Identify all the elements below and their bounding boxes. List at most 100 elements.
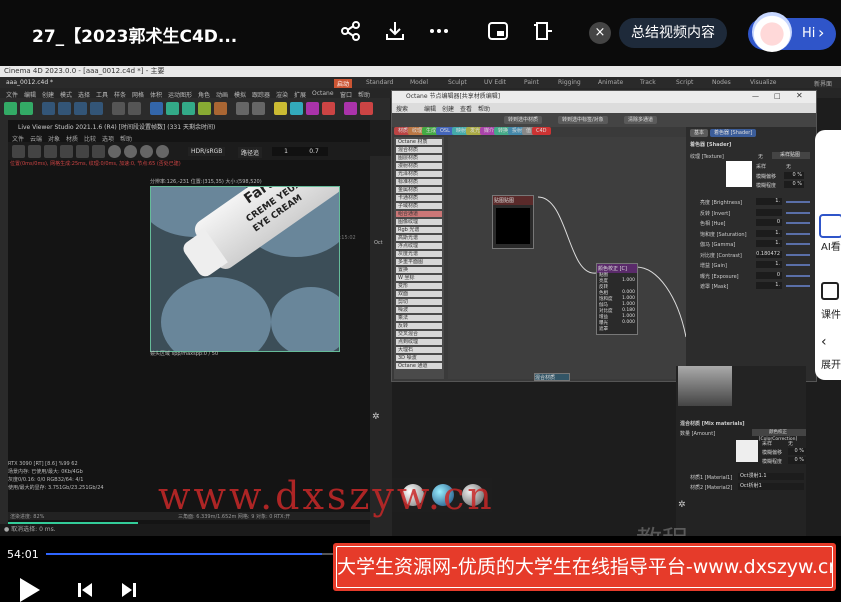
mix-blur-offset-field[interactable]: 0 %	[788, 448, 806, 455]
attr-row-field[interactable]	[756, 208, 782, 216]
material-ball-icon[interactable]	[156, 145, 169, 158]
node-category-item[interactable]: 3D 噪波	[396, 355, 442, 361]
clear-passes-button[interactable]: 清除多通道	[624, 116, 658, 124]
node-category-item[interactable]: 噪波	[396, 307, 442, 313]
octane-settings-icon[interactable]	[360, 102, 373, 115]
node-category-item[interactable]: 置换	[396, 267, 442, 273]
attr-row-slider[interactable]	[786, 222, 810, 224]
rotate-icon[interactable]	[90, 102, 103, 115]
layout-tab[interactable]: Sculpt	[448, 79, 467, 86]
maximize-icon[interactable]: □	[774, 92, 781, 100]
light-icon[interactable]	[252, 102, 265, 115]
node-category-item[interactable]: W 坐标	[396, 275, 442, 281]
attr-row-field[interactable]: 1.	[756, 282, 782, 289]
undo-icon[interactable]	[4, 102, 17, 115]
ai-icon[interactable]	[819, 214, 841, 238]
deformer-icon[interactable]	[198, 102, 211, 115]
generator-icon[interactable]	[182, 102, 195, 115]
lock-icon[interactable]	[76, 145, 89, 158]
camera-icon[interactable]	[236, 102, 249, 115]
ai-assistant-button[interactable]: Hi ›	[748, 12, 836, 52]
attr-row-field[interactable]: 1.	[756, 240, 782, 247]
value-field[interactable]: 0.7	[300, 147, 328, 156]
octane-material-icon[interactable]	[290, 102, 303, 115]
attr-row-slider[interactable]	[786, 201, 810, 203]
expand-label[interactable]: 展开	[821, 356, 841, 371]
cube-icon[interactable]	[150, 102, 163, 115]
course-label[interactable]: 课件	[821, 306, 841, 321]
texture-node[interactable]: 贴图贴图	[492, 195, 534, 249]
sample-texture-button[interactable]: 采样贴图	[772, 152, 810, 159]
more-icon[interactable]	[426, 20, 452, 46]
search-label[interactable]: 搜索	[396, 104, 408, 113]
node-category-item[interactable]: 反转	[396, 323, 442, 329]
layout-tab[interactable]: Paint	[524, 79, 539, 86]
material2-field[interactable]: Oct析射1	[738, 483, 804, 490]
prev-icon[interactable]	[76, 582, 94, 602]
layout-tab[interactable]: Visualize	[750, 79, 776, 86]
node-category-item[interactable]: 图层材质	[396, 155, 442, 161]
axis-icon[interactable]	[112, 102, 125, 115]
mix-node[interactable]: 混合材质	[534, 373, 570, 381]
clip-icon[interactable]	[530, 20, 556, 46]
kernel-mode-select[interactable]: 路径追	[238, 147, 263, 158]
close-icon[interactable]: ✕	[796, 91, 803, 100]
octane-live-icon[interactable]	[344, 102, 357, 115]
node-category-item[interactable]: 图像纹理	[396, 219, 442, 225]
pip-icon[interactable]	[485, 20, 511, 46]
node-category-item[interactable]: 漫射材质	[396, 163, 442, 169]
render-icon[interactable]	[128, 102, 141, 115]
node-category-item[interactable]: 多重平面图	[396, 259, 442, 265]
node-category-item[interactable]: 子域材质	[396, 203, 442, 209]
oct-menu-item[interactable]: 查看	[460, 104, 472, 113]
goto-material-button[interactable]: 转到选中材质	[504, 116, 543, 124]
attr-row-field[interactable]: 1.	[756, 229, 782, 237]
node-category-item[interactable]: 剪切	[396, 299, 442, 305]
attr-row-field[interactable]: 0.180472	[756, 250, 782, 258]
amount-shader-button[interactable]: 颜色校正 [ColorCorrection]	[752, 429, 806, 442]
ai-label[interactable]: AI看	[821, 238, 841, 253]
attr-row-field[interactable]: 1.	[756, 261, 782, 268]
blur-offset-field[interactable]: 0 %	[784, 172, 804, 179]
scale-icon[interactable]	[74, 102, 87, 115]
ad-banner[interactable]: 大学生资源网-优质的大学生在线指导平台-www.dxszyw.cn	[333, 543, 836, 591]
chevron-left-icon[interactable]: ‹	[821, 334, 827, 350]
obj-label[interactable]: Oct	[374, 240, 383, 246]
material-ball-icon[interactable]	[140, 145, 153, 158]
material-ball-icon[interactable]	[124, 145, 137, 158]
minimize-icon[interactable]: —	[752, 92, 759, 100]
node-category-item[interactable]: Rgb 光谱	[396, 227, 442, 233]
layout-tab[interactable]: Script	[676, 79, 693, 86]
tag-button[interactable]: C4D	[532, 127, 551, 135]
octane-tag-icon[interactable]	[322, 102, 335, 115]
color-space-select[interactable]: HDR/sRGB	[188, 147, 226, 156]
goto-tag-button[interactable]: 转到选中标签/对象	[558, 116, 608, 124]
node-category-item[interactable]: Octane 材质	[396, 139, 442, 145]
play-icon[interactable]	[20, 578, 40, 602]
node-category-item[interactable]: 混合材质	[396, 147, 442, 153]
gear-icon[interactable]: ✲	[372, 412, 380, 422]
attr-tab-basic[interactable]: 基本	[690, 129, 709, 137]
value-field[interactable]: 1	[272, 147, 300, 156]
pause-icon[interactable]	[44, 145, 57, 158]
node-category-item[interactable]: 灰度光谱	[396, 251, 442, 257]
layout-tab[interactable]: UV Edit	[484, 79, 506, 86]
oct-menu-item[interactable]: 帮助	[478, 104, 490, 113]
node-category-item[interactable]: 高斯光谱	[396, 235, 442, 241]
layout-tab[interactable]: Nodes	[712, 79, 731, 86]
attr-row-field[interactable]: 0	[756, 271, 782, 279]
redo-icon[interactable]	[20, 102, 33, 115]
download-icon[interactable]	[382, 20, 408, 46]
node-category-item[interactable]: 点到纹理	[396, 339, 442, 345]
color-correction-node[interactable]: 颜色校正 [C] 贴图 亮度 1.000 反转 色相 0.000 饱和度 1.000 伽马 1.0…	[596, 263, 638, 335]
gear-icon[interactable]: ✲	[678, 500, 686, 510]
material1-field[interactable]: Oct漫射1.1	[738, 473, 804, 480]
blur-amount-field[interactable]: 0 %	[784, 181, 804, 188]
attr-row-slider[interactable]	[786, 232, 810, 235]
course-icon[interactable]	[821, 282, 839, 300]
oct-menu-item[interactable]: 创建	[442, 104, 454, 113]
attr-row-slider[interactable]	[786, 243, 810, 245]
next-icon[interactable]	[120, 582, 138, 602]
node-category-item[interactable]: Octane 通道	[396, 363, 442, 369]
attr-row-slider[interactable]	[786, 253, 810, 256]
